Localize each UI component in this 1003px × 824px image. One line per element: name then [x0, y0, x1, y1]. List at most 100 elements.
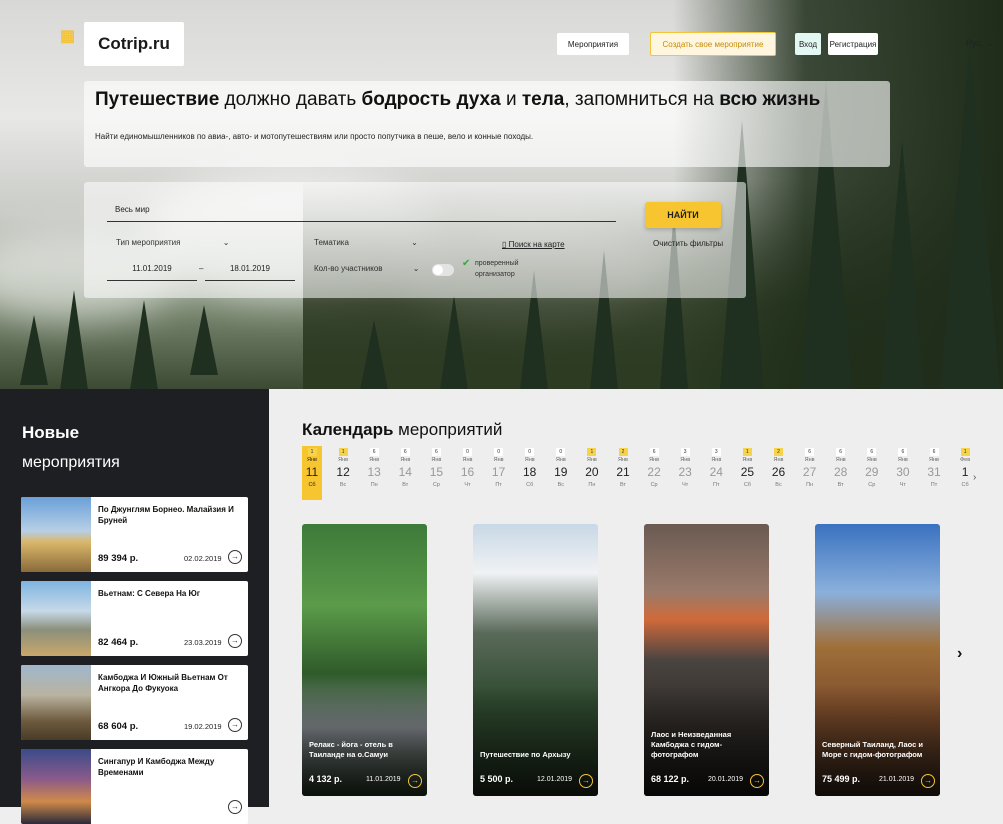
arrow-right-icon[interactable]: → — [228, 550, 242, 564]
tour-card[interactable]: Северный Таиланд, Лаос и Море с гидом-фо… — [815, 524, 940, 796]
tree-decoration — [880, 140, 924, 389]
event-title: Камбоджа И Южный Вьетнам От Ангкора До Ф… — [98, 673, 228, 693]
list-item[interactable]: Сингапур И Камбоджа Между Временами → — [21, 749, 248, 824]
register-button[interactable]: Регистрация — [828, 33, 878, 55]
calendar-day[interactable]: 6 Янв 31 Пт — [924, 446, 944, 500]
calendar-day[interactable]: 1 Янв 11 Сб — [302, 446, 322, 500]
headline-part: тела — [521, 89, 565, 110]
day-weekday: Сб — [308, 482, 316, 488]
calendar-day[interactable]: 0 Янв 17 Пт — [489, 446, 509, 500]
day-event-count: 6 — [431, 448, 441, 456]
date-from-input[interactable]: 11.01.2019 — [107, 264, 197, 281]
arrow-right-icon[interactable]: → — [921, 774, 935, 788]
tour-card[interactable]: Релакс - йога - отель в Таиланде на о.Са… — [302, 524, 427, 796]
verified-organizer-toggle[interactable] — [432, 264, 454, 276]
calendar-day[interactable]: 6 Янв 15 Ср — [426, 446, 446, 500]
clear-filters-link[interactable]: Очистить фильтры — [653, 239, 723, 248]
day-event-count: 0 — [556, 448, 566, 456]
calendar-day[interactable]: 6 Янв 29 Ср — [862, 446, 882, 500]
day-number: 16 — [460, 465, 475, 479]
calendar-day[interactable]: 2 Янв 26 Вс — [769, 446, 789, 500]
find-button[interactable]: НАЙТИ — [645, 202, 721, 228]
calendar-day[interactable]: 6 Янв 30 Чт — [893, 446, 913, 500]
day-number: 12 — [336, 465, 350, 479]
language-selector[interactable]: Рус. ⌄ — [966, 38, 993, 49]
day-number: 22 — [647, 465, 661, 479]
calendar-day[interactable]: 6 Янв 14 Вт — [395, 446, 415, 500]
calendar-day[interactable]: 2 Янв 21 Вт — [613, 446, 633, 500]
tour-card[interactable]: Путешествие по Архызу 5 500 р. 12.01.201… — [473, 524, 598, 796]
calendar-day[interactable]: 3 Янв 24 Пт — [706, 446, 726, 500]
arrow-right-icon[interactable]: → — [228, 718, 242, 732]
login-button[interactable]: Вход — [795, 33, 821, 55]
chevron-right-icon[interactable]: › — [973, 472, 976, 483]
headline-part: , запомниться на — [564, 89, 720, 110]
participants-select[interactable]: Кол-во участников ⌄ — [314, 264, 420, 273]
logo-icon[interactable]: ▦ — [60, 28, 78, 46]
day-number: 29 — [865, 465, 879, 479]
day-event-count: 6 — [649, 448, 659, 456]
list-item[interactable]: Камбоджа И Южный Вьетнам От Ангкора До Ф… — [21, 665, 248, 740]
day-event-count: 6 — [929, 448, 939, 456]
day-number: 28 — [834, 465, 848, 479]
calendar-day[interactable]: 0 Янв 19 Вс — [551, 446, 571, 500]
chevron-right-icon[interactable]: › — [957, 645, 962, 663]
arrow-right-icon[interactable]: → — [228, 800, 242, 814]
list-item[interactable]: Вьетнам: С Севера На Юг 82 464 р. 23.03.… — [21, 581, 248, 656]
headline-part: всю жизнь — [719, 89, 821, 110]
calendar-day[interactable]: 6 Янв 27 Пн — [800, 446, 820, 500]
site-logo[interactable]: Cotrip.ru — [84, 22, 184, 66]
map-search-link[interactable]: ▯ Поиск на карте — [502, 240, 565, 249]
arrow-right-icon[interactable]: → — [579, 774, 593, 788]
calendar-day[interactable]: 3 Янв 23 Чт — [675, 446, 695, 500]
day-weekday: Пт — [713, 482, 720, 488]
chevron-down-icon: ⌄ — [411, 238, 418, 247]
day-number: 27 — [802, 465, 817, 479]
day-weekday: Пн — [806, 482, 814, 488]
arrow-right-icon[interactable]: → — [408, 774, 422, 788]
tour-title: Северный Таиланд, Лаос и Море с гидом-фо… — [822, 740, 924, 759]
day-weekday: Вс — [339, 482, 347, 488]
arrow-right-icon[interactable]: → — [228, 634, 242, 648]
arrow-right-icon[interactable]: → — [750, 774, 764, 788]
day-weekday: Сб — [526, 482, 534, 488]
day-month: Янв — [307, 457, 317, 463]
calendar-day[interactable]: 6 Янв 28 Вт — [831, 446, 851, 500]
tour-card[interactable]: Лаос и Неизведанная Камбоджа с гидом-фот… — [644, 524, 769, 796]
day-number: 14 — [398, 465, 412, 479]
create-event-button[interactable]: Создать свое мероприятие — [650, 32, 776, 56]
day-month: Янв — [680, 457, 691, 463]
tree-decoration — [440, 295, 468, 389]
day-number: 21 — [616, 465, 630, 479]
day-number: 19 — [554, 465, 568, 479]
calendar-day[interactable]: 1 Янв 12 Вс — [333, 446, 353, 500]
date-separator: – — [199, 264, 204, 273]
day-weekday: Вт — [837, 482, 844, 488]
event-type-select[interactable]: Тип мероприятия ⌄ — [116, 238, 229, 247]
day-weekday: Пт — [495, 482, 502, 488]
tree-decoration — [360, 320, 388, 389]
calendar-day[interactable]: 6 Янв 22 Ср — [644, 446, 664, 500]
day-event-count: 2 — [618, 448, 628, 456]
theme-select[interactable]: Тематика ⌄ — [314, 238, 418, 247]
tree-decoration — [190, 305, 218, 375]
day-month: Янв — [493, 457, 504, 463]
verified-label: проверенный организатор — [475, 260, 519, 278]
calendar-day[interactable]: 1 Янв 25 Сб — [737, 446, 757, 500]
day-month: Янв — [400, 457, 411, 463]
calendar-day[interactable]: 1 Янв 20 Пн — [582, 446, 602, 500]
calendar-day[interactable]: 6 Янв 13 Пн — [364, 446, 384, 500]
events-button[interactable]: Мероприятия — [557, 33, 629, 55]
day-event-count: 1 — [338, 448, 348, 456]
tour-price: 68 122 р. — [651, 774, 690, 784]
date-to-input[interactable]: 18.01.2019 — [205, 264, 295, 281]
day-month: Янв — [835, 457, 846, 463]
destination-input[interactable]: Весь мир — [107, 205, 616, 222]
list-item[interactable]: По Джунглям Борнео. Малайзия И Бруней 89… — [21, 497, 248, 572]
tour-price: 4 132 р. — [309, 774, 343, 784]
calendar-title: Календарь мероприятий — [302, 420, 502, 440]
calendar-day[interactable]: 0 Янв 16 Чт — [458, 446, 478, 500]
calendar-day[interactable]: 0 Янв 18 Сб — [520, 446, 540, 500]
day-month: Янв — [555, 457, 566, 463]
day-month: Янв — [866, 457, 877, 463]
